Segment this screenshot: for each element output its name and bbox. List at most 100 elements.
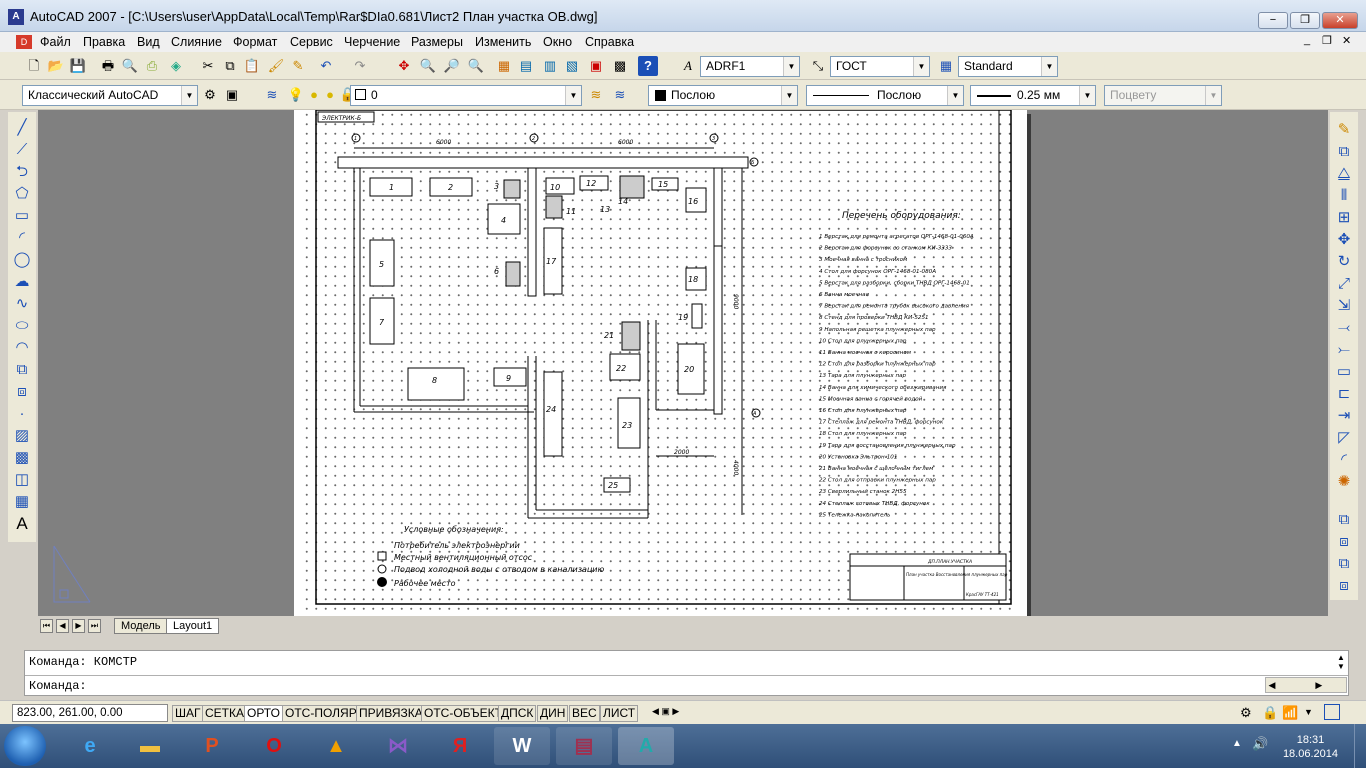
text-style-select[interactable]: ADRF1 ▼ — [700, 56, 800, 77]
new-file-icon[interactable]: 🗋 — [24, 56, 44, 76]
explode-icon[interactable]: ✺ — [1334, 472, 1354, 492]
menu-window[interactable]: Окно — [543, 35, 572, 49]
sheet-set-icon[interactable]: ▧ — [562, 56, 582, 76]
tab-prev-icon[interactable]: ◀ — [56, 619, 69, 633]
drawing-area[interactable]: ЭЛЕКТРИК-Б 6000 6000 1 2 3 Б А 2000 9000… — [38, 110, 1328, 616]
winrar-icon[interactable]: ▤ — [556, 727, 612, 765]
plot-style-select[interactable]: Поцвету ▼ — [1104, 85, 1222, 106]
dim-style-icon[interactable]: ⤡ — [808, 56, 828, 76]
equipment-3[interactable] — [503, 179, 521, 199]
bring-above-icon[interactable]: ⧈ — [1334, 576, 1354, 596]
line-icon[interactable]: ╱ — [12, 118, 32, 138]
command-window[interactable]: Команда: КОМСТР Команда: ▲ ▼ ◀ ▶ — [24, 650, 1349, 696]
explorer-icon[interactable]: ▬ — [122, 727, 178, 765]
pan-icon[interactable]: ✥ — [394, 56, 414, 76]
grid-toggle[interactable]: СЕТКА — [202, 705, 247, 722]
menu-edit[interactable]: Правка — [83, 35, 125, 49]
equipment-14[interactable] — [619, 175, 645, 199]
visual-studio-icon[interactable]: ⋈ — [370, 727, 426, 765]
tab-last-icon[interactable]: ⏭ — [88, 619, 101, 633]
offset-icon[interactable]: ⫴ — [1334, 186, 1354, 206]
layer-manager-icon[interactable]: ≋ — [262, 85, 282, 105]
region-icon[interactable]: ◫ — [12, 470, 32, 490]
rectangle-icon[interactable]: ▭ — [12, 206, 32, 226]
copy-object-icon[interactable]: ⧉ — [1334, 142, 1354, 162]
print-icon[interactable]: 🖶 — [98, 56, 118, 76]
ie-icon[interactable]: e — [62, 727, 118, 765]
match-properties-icon[interactable]: 🖌 — [266, 56, 286, 76]
paste-icon[interactable]: 📋 — [242, 56, 262, 76]
markup-icon[interactable]: ▣ — [586, 56, 606, 76]
menu-dimension[interactable]: Размеры — [411, 35, 463, 49]
viewport-scroll[interactable]: ◀ ▣ ▶ — [652, 706, 704, 722]
break-at-point-icon[interactable]: ▭ — [1334, 362, 1354, 382]
array-icon[interactable]: ⊞ — [1334, 208, 1354, 228]
properties-icon[interactable]: ▦ — [494, 56, 514, 76]
menu-merge[interactable]: Слияние — [171, 35, 222, 49]
menu-format[interactable]: Формат — [233, 35, 277, 49]
autocad-app-icon[interactable]: A — [8, 9, 24, 25]
dim-style-select[interactable]: ГОСТ ▼ — [830, 56, 930, 77]
zoom-window-icon[interactable]: 🔎 — [442, 56, 462, 76]
publish-icon[interactable]: ⎙ — [142, 56, 162, 76]
revision-cloud-icon[interactable]: ☁ — [12, 272, 32, 292]
stretch-icon[interactable]: ⇲ — [1334, 296, 1354, 316]
cut-icon[interactable]: ✂ — [198, 56, 218, 76]
calculator-icon[interactable]: ▩ — [610, 56, 630, 76]
start-button[interactable] — [4, 726, 46, 766]
coordinates-display[interactable]: 823.00, 261.00, 0.00 — [12, 704, 168, 722]
equipment-19[interactable] — [691, 303, 703, 329]
fillet-icon[interactable]: ◜ — [1334, 450, 1354, 470]
3d-dwf-icon[interactable]: ◈ — [166, 56, 186, 76]
lock-icon[interactable]: 🔒 — [1262, 705, 1278, 721]
point-icon[interactable]: · — [12, 404, 32, 424]
copy-icon[interactable]: ⧉ — [220, 56, 240, 76]
dyn-toggle[interactable]: ДИН — [537, 705, 569, 722]
save-icon[interactable]: 💾 — [68, 56, 88, 76]
minimize-button[interactable]: − — [1258, 12, 1288, 29]
workspace-settings-icon[interactable]: ⚙ — [200, 85, 220, 105]
doc-minimize-icon[interactable]: _ — [1304, 34, 1310, 46]
zoom-realtime-icon[interactable]: 🔍 — [418, 56, 438, 76]
show-desktop-button[interactable] — [1354, 724, 1366, 768]
command-scrollbar[interactable]: ▲ ▼ — [1335, 653, 1347, 673]
print-preview-icon[interactable]: 🔍 — [120, 56, 140, 76]
erase-icon[interactable]: ✎ — [1334, 120, 1354, 140]
layer-select[interactable]: 0 ▼ — [350, 85, 582, 106]
multiline-text-icon[interactable]: A — [12, 514, 32, 534]
extend-icon[interactable]: ⤚ — [1334, 340, 1354, 360]
open-file-icon[interactable]: 📂 — [46, 56, 66, 76]
tab-first-icon[interactable]: ⏮ — [40, 619, 53, 633]
lwt-toggle[interactable]: ВЕС — [569, 705, 600, 722]
tray-settings-icon[interactable]: ⚙ — [1240, 705, 1252, 721]
volume-icon[interactable]: 🔊 — [1252, 736, 1268, 752]
clean-screen-icon[interactable] — [1324, 704, 1340, 720]
trim-icon[interactable]: ⤙ — [1334, 318, 1354, 338]
insert-block-icon[interactable]: ⧉ — [12, 360, 32, 380]
move-icon[interactable]: ✥ — [1334, 230, 1354, 250]
chamfer-icon[interactable]: ◸ — [1334, 428, 1354, 448]
menu-view[interactable]: Вид — [137, 35, 160, 49]
draw-order-icon[interactable]: ⧉ — [1334, 510, 1354, 530]
table-icon[interactable]: ▦ — [12, 492, 32, 512]
rotate-icon[interactable]: ↻ — [1334, 252, 1354, 272]
opera-icon[interactable]: O — [246, 727, 302, 765]
restore-button[interactable]: ❐ — [1290, 12, 1320, 29]
osnap-toggle[interactable]: ПРИВЯЗКА — [356, 705, 426, 722]
equipment-21[interactable] — [621, 321, 641, 351]
menu-file[interactable]: Файл — [40, 35, 71, 49]
menu-tools[interactable]: Сервис — [290, 35, 333, 49]
join-icon[interactable]: ⇥ — [1334, 406, 1354, 426]
table-style-select[interactable]: Standard ▼ — [958, 56, 1058, 77]
word-icon[interactable]: W — [494, 727, 550, 765]
spline-icon[interactable]: ∿ — [12, 294, 32, 314]
send-to-back-icon[interactable]: ⧉ — [1334, 554, 1354, 574]
layer-previous-icon[interactable]: ≋ — [610, 85, 630, 105]
color-select[interactable]: Послою ▼ — [648, 85, 798, 106]
polygon-icon[interactable]: ⬠ — [12, 184, 32, 204]
layer-viewport-icon[interactable]: ● — [320, 85, 340, 105]
close-button[interactable]: ✕ — [1322, 12, 1358, 29]
make-block-icon[interactable]: ⧈ — [12, 382, 32, 402]
workspace-save-icon[interactable]: ▣ — [222, 85, 242, 105]
ortho-toggle[interactable]: ОРТО — [244, 705, 283, 722]
